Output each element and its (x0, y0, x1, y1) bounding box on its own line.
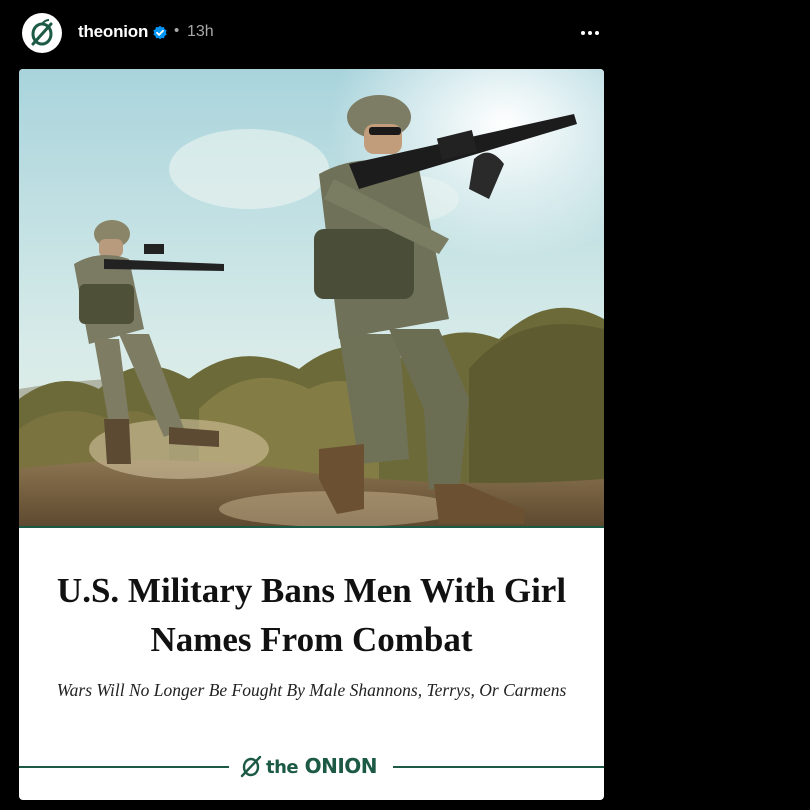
post-header: theonion • 13h (0, 0, 810, 66)
photo-divider (19, 526, 604, 528)
more-options-icon (581, 31, 585, 35)
more-options-button[interactable] (574, 20, 606, 46)
logo-onion: ONION (304, 754, 378, 778)
username[interactable]: theonion (78, 22, 148, 42)
logo-divider-right (393, 766, 604, 768)
post-timestamp[interactable]: 13h (187, 23, 214, 41)
onion-logo-bar: the ONION (19, 751, 604, 781)
onion-logo: the ONION (239, 753, 378, 779)
separator-dot: • (174, 22, 180, 39)
article-subhead: Wars Will No Longer Be Fought By Male Sh… (56, 680, 567, 700)
post-image-card[interactable]: U.S. Military Bans Men With Girl Names F… (19, 69, 604, 800)
logo-divider-left (19, 766, 229, 768)
verified-badge-icon (153, 25, 167, 40)
onion-logo-icon (23, 14, 61, 52)
soldiers-photo (19, 69, 604, 526)
article-headline: U.S. Military Bans Men With Girl Names F… (56, 571, 567, 659)
avatar[interactable] (22, 13, 62, 53)
logo-the: the (266, 757, 299, 778)
onion-logo-icon (240, 755, 262, 778)
